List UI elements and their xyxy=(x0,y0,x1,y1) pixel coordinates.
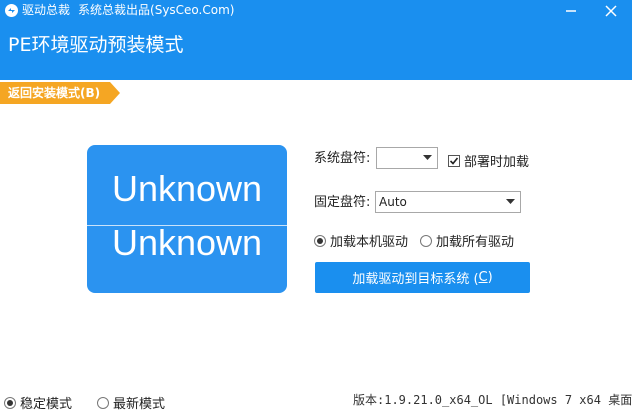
stable-mode-indicator[interactable] xyxy=(4,396,16,409)
system-drive-select[interactable] xyxy=(376,147,438,169)
close-button[interactable] xyxy=(596,0,626,22)
minimize-icon xyxy=(566,10,576,12)
os-architecture: Unknown xyxy=(111,222,263,263)
radio-all-indicator[interactable] xyxy=(420,234,432,247)
load-drivers-to-target-button[interactable]: 加载驱动到目标系统 (C) xyxy=(315,262,530,293)
radio-local-indicator[interactable] xyxy=(314,234,326,247)
close-icon xyxy=(605,5,617,17)
version-info: 版本:1.9.21.0_x64_OL [Windows 7 x64 桌面环境] xyxy=(353,393,632,407)
radio-local-label: 加载本机驱动 xyxy=(330,235,409,250)
load-button-label: 加载驱动到目标系统 ( xyxy=(352,272,479,287)
fixed-drive-value: Auto xyxy=(379,195,407,209)
latest-mode-label: 最新模式 xyxy=(113,397,166,412)
stable-mode-radio[interactable]: 稳定模式 xyxy=(4,393,72,412)
minimize-button[interactable] xyxy=(556,0,586,22)
app-name: 驱动总裁 xyxy=(22,3,71,17)
load-button-suffix: ) xyxy=(487,270,493,285)
dropdown-arrow-icon xyxy=(506,199,515,204)
title-bar: 驱动总裁 系统总裁出品(SysCeo.Com) xyxy=(0,0,632,22)
latest-mode-radio[interactable]: 最新模式 xyxy=(97,393,165,412)
stable-mode-label: 稳定模式 xyxy=(20,397,73,412)
load-button-hotkey: C xyxy=(478,270,488,285)
mode-title: PE环境驱动预装模式 xyxy=(8,34,184,56)
deploy-load-checkbox[interactable] xyxy=(448,154,460,167)
latest-mode-indicator[interactable] xyxy=(97,396,109,409)
os-name: Unknown xyxy=(111,168,263,209)
os-info-card: Unknown Unknown xyxy=(87,145,287,293)
deploy-load-checkbox-row[interactable]: 部署时加载 xyxy=(448,151,529,170)
back-to-install-mode-tab[interactable]: 返回安装模式(B) xyxy=(0,82,120,104)
app-publisher: 系统总裁出品(SysCeo.Com) xyxy=(78,3,235,17)
dropdown-arrow-icon xyxy=(423,155,432,160)
radio-load-local-drivers[interactable]: 加载本机驱动 xyxy=(314,231,408,250)
fixed-drive-select[interactable]: Auto xyxy=(375,191,521,213)
radio-load-all-drivers[interactable]: 加载所有驱动 xyxy=(420,231,514,250)
app-logo-icon xyxy=(5,4,18,17)
back-tab-label: 返回安装模式(B) xyxy=(8,86,101,100)
header-bar: 驱动总裁 系统总裁出品(SysCeo.Com) PE环境驱动预装模式 xyxy=(0,0,632,80)
window-title: 驱动总裁 系统总裁出品(SysCeo.Com) xyxy=(22,2,234,18)
deploy-load-label: 部署时加载 xyxy=(464,155,530,170)
radio-all-label: 加载所有驱动 xyxy=(436,235,515,250)
system-drive-label: 系统盘符: xyxy=(314,151,371,166)
fixed-drive-label: 固定盘符: xyxy=(314,195,371,210)
checkmark-icon xyxy=(449,156,459,165)
